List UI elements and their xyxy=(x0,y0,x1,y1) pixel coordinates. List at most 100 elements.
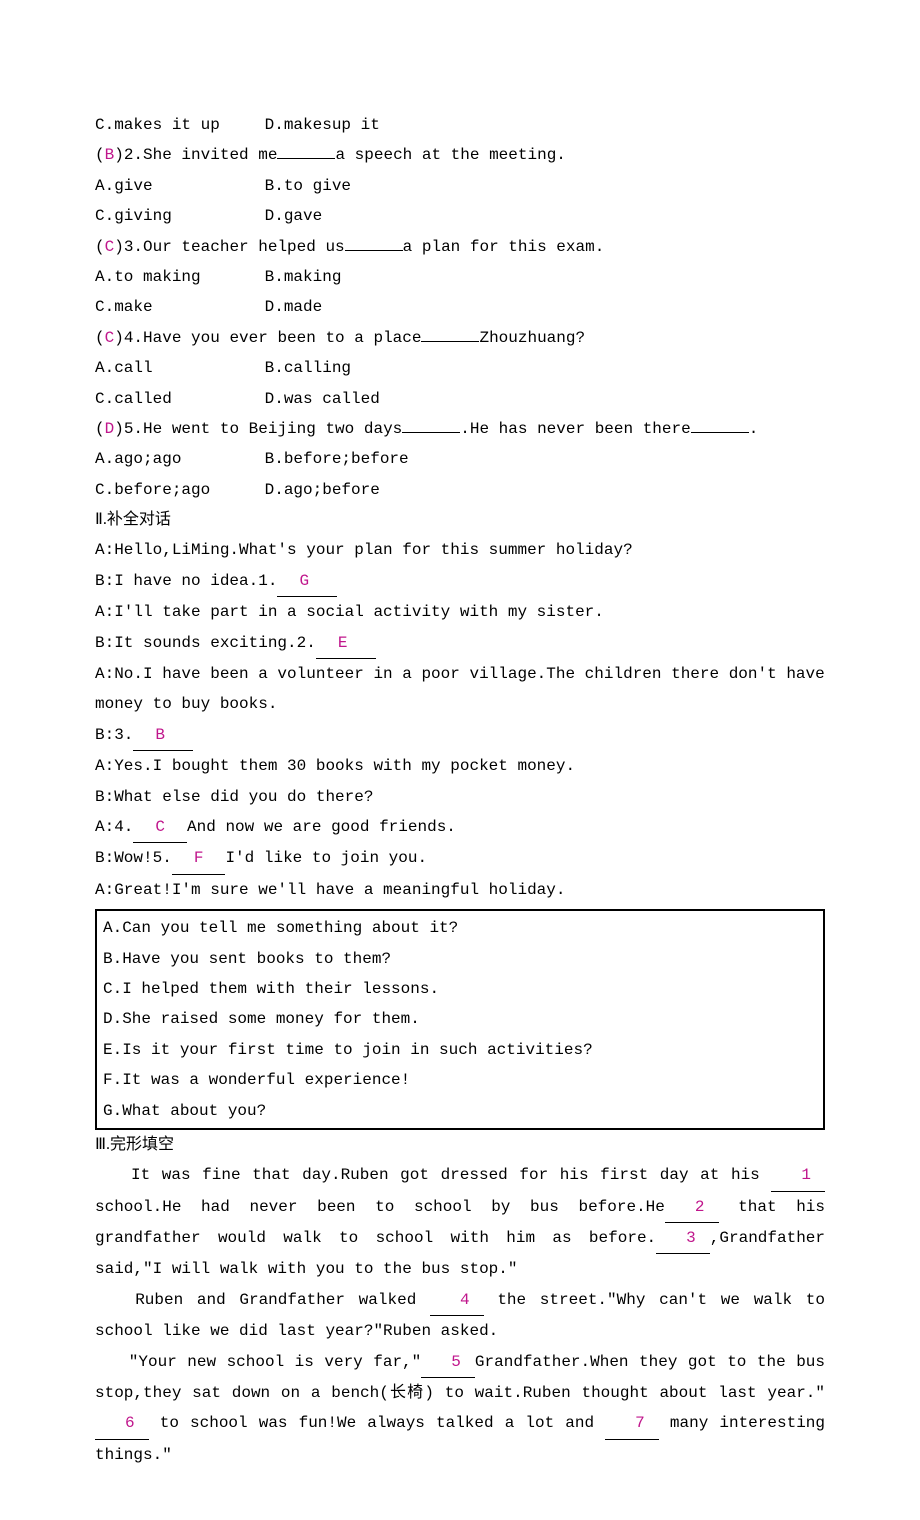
q5-pre: )5.He went to Beijing two days xyxy=(114,420,402,438)
q3-a: A.to making xyxy=(95,262,255,292)
q2-pre: )2.She invited me xyxy=(114,146,277,164)
document-page: C.makes it up D.makesup it (B)2.She invi… xyxy=(0,0,920,1520)
q3-opts-cd: C.make D.made xyxy=(95,292,825,322)
cloze-b1: 1 xyxy=(771,1160,825,1191)
dlg-ans5: F xyxy=(194,849,204,867)
q5-stem: (D)5.He went to Beijing two days.He has … xyxy=(95,414,825,444)
cloze-p3: "Your new school is very far," 5 Grandfa… xyxy=(95,1347,825,1471)
dlg-l3: A:I'll take part in a social activity wi… xyxy=(95,597,825,627)
q4-c: C.called xyxy=(95,384,255,414)
box-e: E.Is it your first time to join in such … xyxy=(103,1035,817,1065)
q4-opts-cd: C.called D.was called xyxy=(95,384,825,414)
q3-pre: )3.Our teacher helped us xyxy=(114,238,344,256)
dlg-l2: B:I have no idea.1. G xyxy=(95,566,825,597)
b3: 3 xyxy=(686,1229,696,1247)
q5-a: A.ago;ago xyxy=(95,444,255,474)
q3-opts-ab: A.to making B.making xyxy=(95,262,825,292)
q1-opt-c: C.makes it up xyxy=(95,110,255,140)
q2-answer: B xyxy=(105,146,115,164)
dlg-l9b: And now we are good friends. xyxy=(187,818,456,836)
dlg-ans1: G xyxy=(299,572,309,590)
cloze-b5: 5 xyxy=(421,1347,475,1378)
cloze-b4: 4 xyxy=(430,1285,484,1316)
q2-opts-cd: C.giving D.gave xyxy=(95,201,825,231)
box-b: B.Have you sent books to them? xyxy=(103,944,817,974)
dlg-ans2: E xyxy=(338,634,348,652)
dlg-ans3: B xyxy=(155,726,165,744)
q2-opts-ab: A.give B.to give xyxy=(95,171,825,201)
dlg-l4a: B:It sounds exciting.2. xyxy=(95,634,316,652)
q5-opts-ab: A.ago;ago B.before;before xyxy=(95,444,825,474)
q5-opts-cd: C.before;ago D.ago;before xyxy=(95,475,825,505)
q4-blank xyxy=(421,324,479,342)
box-c: C.I helped them with their lessons. xyxy=(103,974,817,1004)
p3a: "Your new school is very far," xyxy=(129,1353,421,1371)
q5-answer: D xyxy=(105,420,115,438)
q3-answer: C xyxy=(105,238,115,256)
cloze-p2: Ruben and Grandfather walked 4 the stree… xyxy=(95,1285,825,1347)
dlg-blank3: B xyxy=(133,720,193,751)
q2-stem: (B)2.She invited mea speech at the meeti… xyxy=(95,140,825,170)
q5-c: C.before;ago xyxy=(95,475,255,505)
p1a: It was fine that day.Ruben got dressed f… xyxy=(131,1166,771,1184)
b5: 5 xyxy=(451,1353,461,1371)
dlg-l2a: B:I have no idea.1. xyxy=(95,572,277,590)
dlg-l6a: B:3. xyxy=(95,726,133,744)
section2-title: Ⅱ.补全对话 xyxy=(95,505,825,535)
p2a: Ruben and Grandfather walked xyxy=(135,1291,430,1309)
q5-mid: .He has never been there xyxy=(460,420,690,438)
box-d: D.She raised some money for them. xyxy=(103,1004,817,1034)
q3-d: D.made xyxy=(265,292,323,322)
q5-post: . xyxy=(749,420,759,438)
b4: 4 xyxy=(460,1291,470,1309)
q4-d: D.was called xyxy=(265,384,380,414)
dlg-blank4: C xyxy=(133,812,187,843)
b6: 6 xyxy=(125,1414,135,1432)
q1-options-cd: C.makes it up D.makesup it xyxy=(95,110,825,140)
cloze-b2: 2 xyxy=(665,1192,719,1223)
dlg-l9: A:4. C And now we are good friends. xyxy=(95,812,825,843)
dlg-l10a: B:Wow!5. xyxy=(95,849,172,867)
q2-a: A.give xyxy=(95,171,255,201)
q3-post: a plan for this exam. xyxy=(403,238,605,256)
q3-b: B.making xyxy=(265,262,342,292)
q4-b: B.calling xyxy=(265,353,351,383)
q3-c: C.make xyxy=(95,292,255,322)
b2: 2 xyxy=(695,1198,705,1216)
dlg-blank1: G xyxy=(277,566,337,597)
dlg-l10b: I'd like to join you. xyxy=(225,849,427,867)
q1-opt-d: D.makesup it xyxy=(265,110,380,140)
p3c: to school was fun!We always talked a lot… xyxy=(149,1414,606,1432)
q3-stem: (C)3.Our teacher helped usa plan for thi… xyxy=(95,232,825,262)
dlg-l9a: A:4. xyxy=(95,818,133,836)
cloze-b7: 7 xyxy=(605,1408,659,1439)
box-f: F.It was a wonderful experience! xyxy=(103,1065,817,1095)
dlg-l6: B:3. B xyxy=(95,720,825,751)
q4-opts-ab: A.call B.calling xyxy=(95,353,825,383)
options-box: A.Can you tell me something about it? B.… xyxy=(95,909,825,1130)
q4-answer: C xyxy=(105,329,115,347)
dlg-l4: B:It sounds exciting.2. E xyxy=(95,628,825,659)
q2-b: B.to give xyxy=(265,171,351,201)
box-g: G.What about you? xyxy=(103,1096,817,1126)
dlg-l1: A:Hello,LiMing.What's your plan for this… xyxy=(95,535,825,565)
b1: 1 xyxy=(801,1166,811,1184)
dlg-l5: A:No.I have been a volunteer in a poor v… xyxy=(95,659,825,720)
q5-d: D.ago;before xyxy=(265,475,380,505)
q4-stem: (C)4.Have you ever been to a placeZhouzh… xyxy=(95,323,825,353)
section3-title: Ⅲ.完形填空 xyxy=(95,1130,825,1160)
box-a: A.Can you tell me something about it? xyxy=(103,913,817,943)
dlg-ans4: C xyxy=(155,818,165,836)
q5-blank1 xyxy=(402,415,460,433)
dlg-blank2: E xyxy=(316,628,376,659)
q4-pre: )4.Have you ever been to a place xyxy=(114,329,421,347)
dlg-l8: B:What else did you do there? xyxy=(95,782,825,812)
q2-c: C.giving xyxy=(95,201,255,231)
q2-post: a speech at the meeting. xyxy=(335,146,565,164)
q2-blank xyxy=(277,142,335,160)
q5-blank2 xyxy=(691,415,749,433)
dlg-l10: B:Wow!5. F I'd like to join you. xyxy=(95,843,825,874)
dlg-l11: A:Great!I'm sure we'll have a meaningful… xyxy=(95,875,825,905)
dlg-blank5: F xyxy=(172,843,226,874)
q5-b: B.before;before xyxy=(265,444,409,474)
